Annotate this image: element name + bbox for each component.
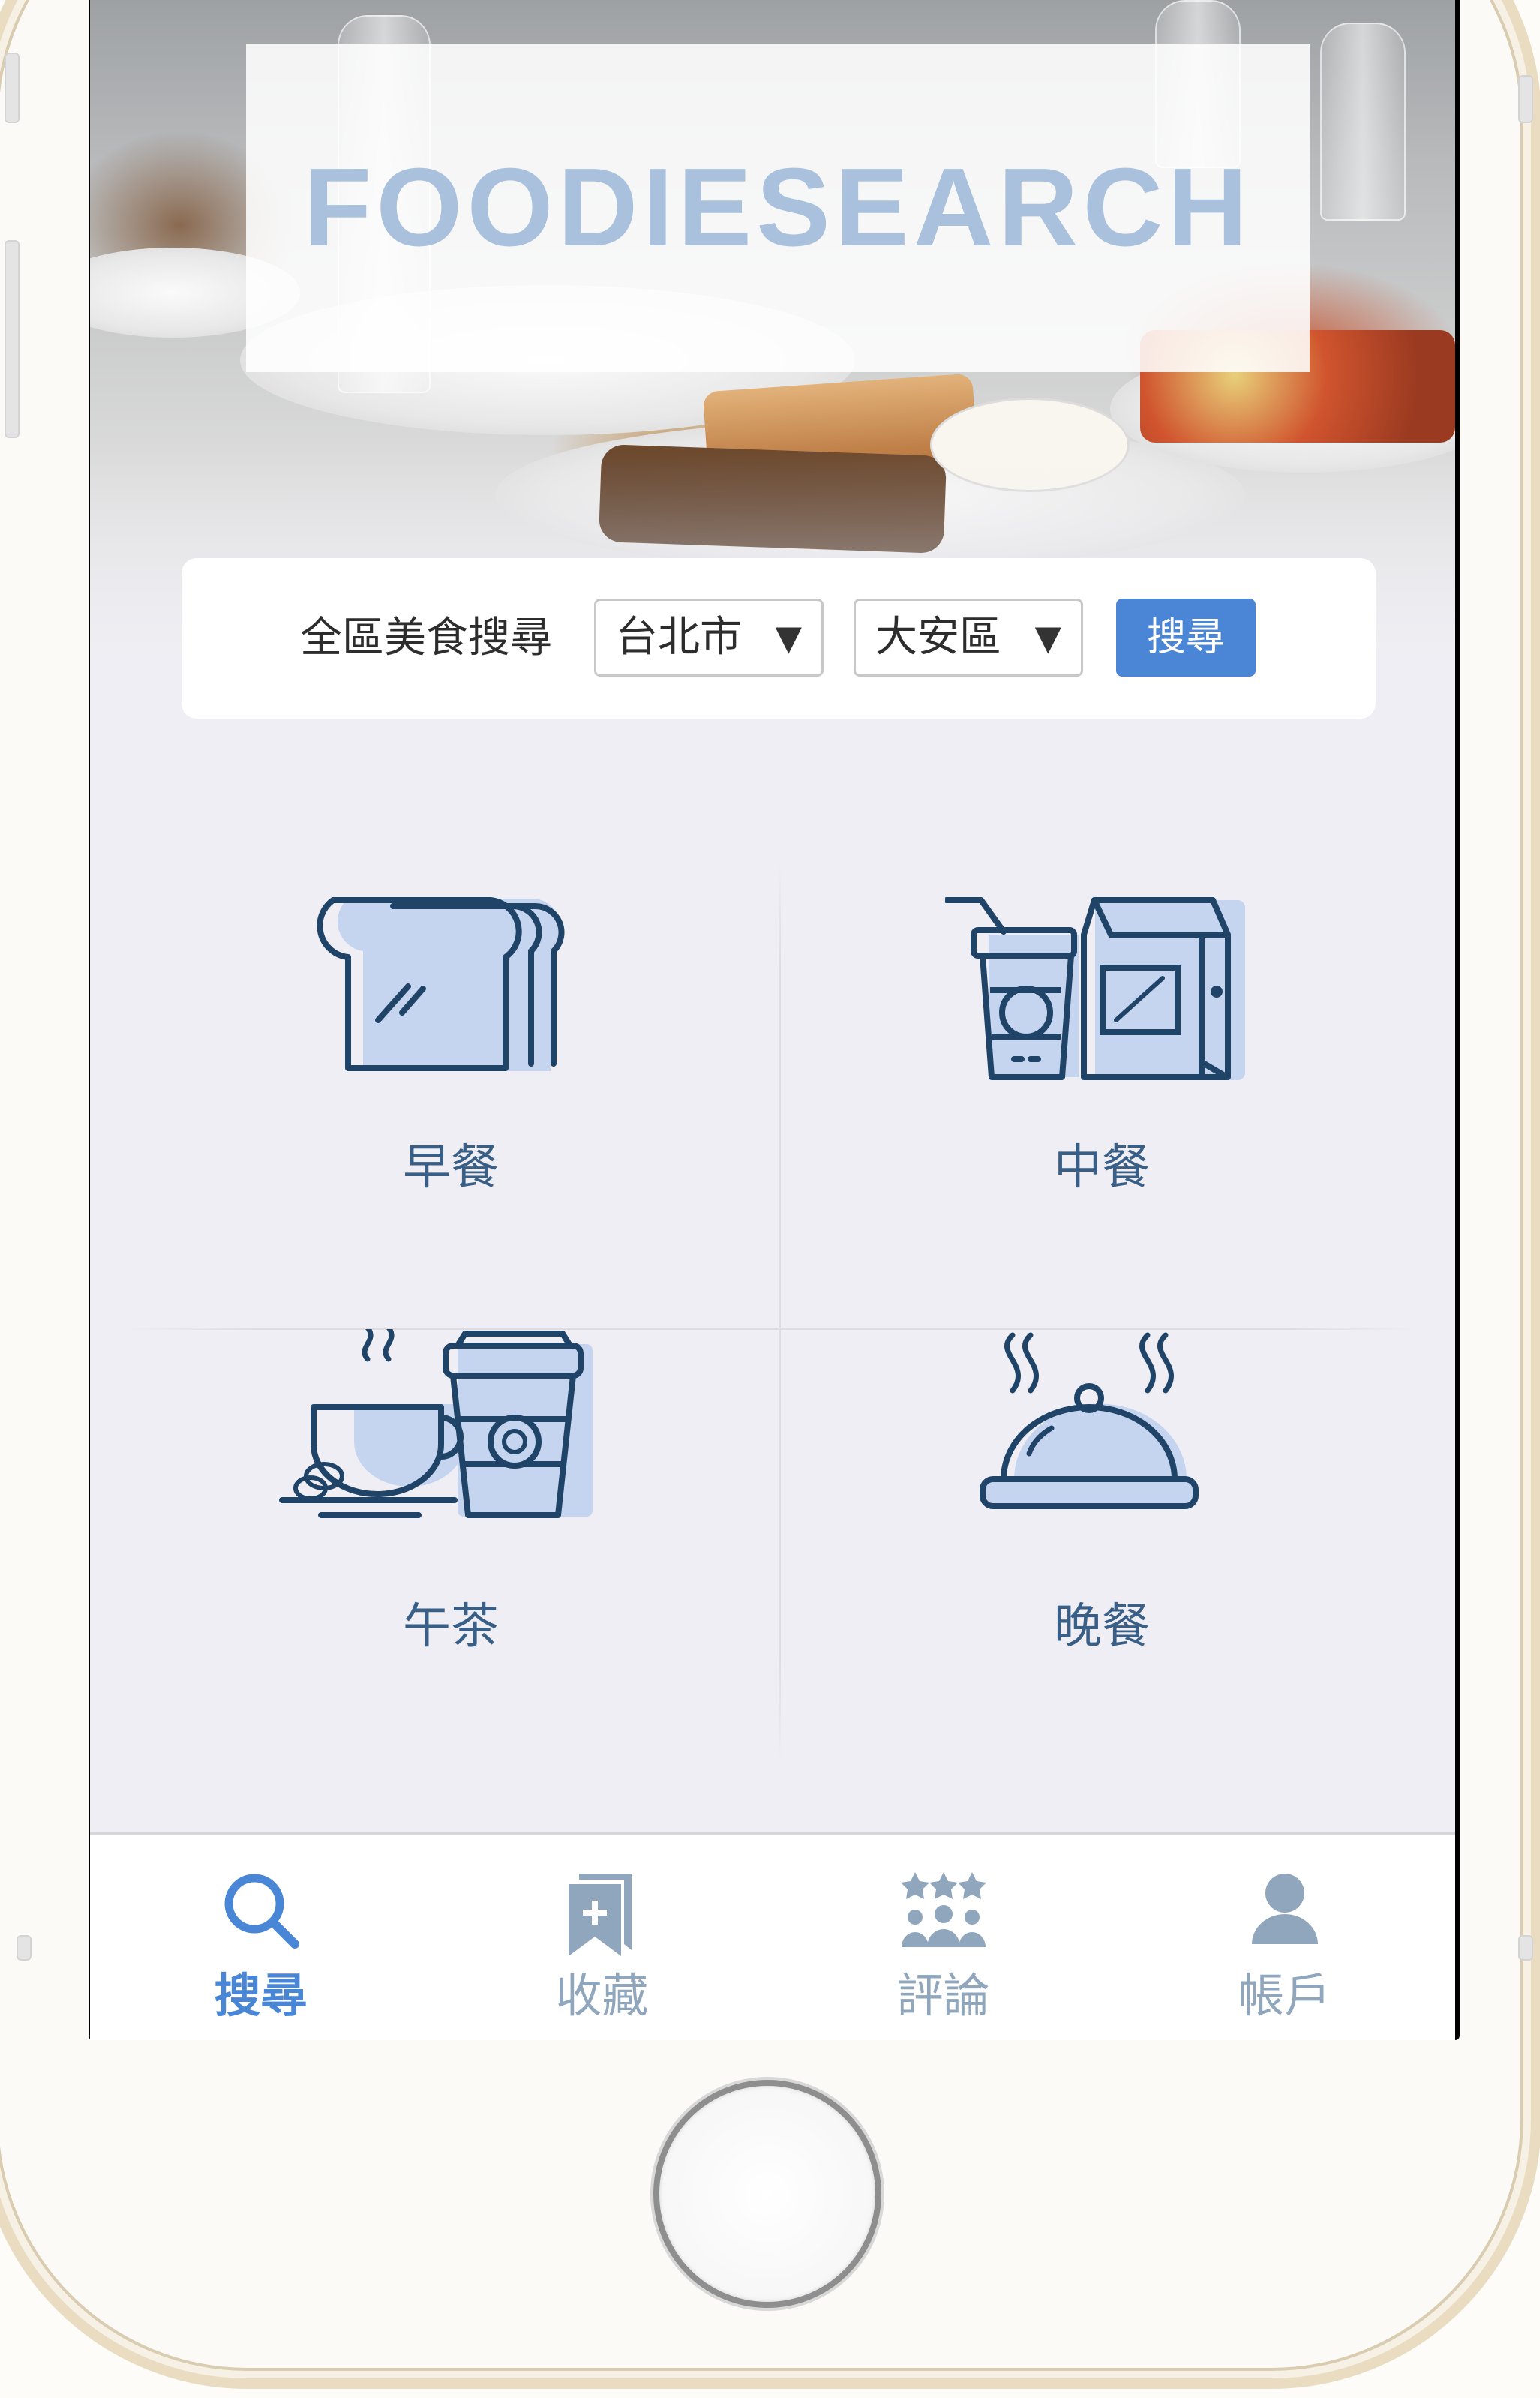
category-dinner[interactable]: 晚餐 (780, 1329, 1424, 1779)
takeaway-meal-icon (945, 897, 1245, 1080)
category-label: 早餐 (403, 1140, 499, 1196)
category-label: 中餐 (1054, 1140, 1150, 1196)
side-button (17, 1935, 32, 1961)
district-select-value: 大安區 (875, 613, 1001, 662)
side-button (5, 53, 20, 123)
serving-cloche-icon (980, 1332, 1199, 1509)
toast-bread-icon (317, 897, 565, 1071)
tab-label: 帳戶 (1238, 1968, 1331, 2023)
side-button (1518, 75, 1533, 123)
chevron-down-icon: ▼ (1034, 617, 1061, 658)
side-button (5, 240, 20, 438)
meal-category-grid: 早餐 中餐 午茶 晚餐 (129, 863, 1416, 1763)
tab-reviews[interactable]: 評論 (773, 1835, 1114, 2040)
side-button (1518, 1935, 1533, 1961)
search-button[interactable]: 搜尋 (1116, 599, 1256, 677)
coffee-tea-icon (279, 1329, 593, 1518)
glass-decor (1320, 23, 1406, 221)
search-title: 全區美食搜尋 (300, 614, 552, 662)
chevron-down-icon: ▼ (775, 617, 802, 658)
district-select[interactable]: 大安區 ▼ (854, 599, 1083, 677)
app-screen: FOODIESEARCH 全區美食搜尋 台北市 ▼ 大安區 ▼ 搜尋 早餐 中餐… (90, 0, 1455, 2040)
account-icon (1251, 1874, 1318, 1944)
tab-favorites[interactable]: 收藏 (431, 1835, 773, 2040)
tab-label: 評論 (896, 1968, 990, 2023)
tab-search[interactable]: 搜尋 (90, 1835, 431, 2040)
city-select-value: 台北市 (616, 613, 742, 662)
tab-label: 搜尋 (214, 1968, 308, 2023)
search-icon (224, 1874, 299, 1949)
category-lunch[interactable]: 中餐 (780, 863, 1424, 1313)
bottom-tab-bar: 搜尋 收藏 評論 帳戶 (90, 1832, 1455, 2040)
reviews-icon (900, 1872, 986, 1947)
tab-label: 收藏 (555, 1968, 649, 2023)
category-label: 午茶 (403, 1599, 499, 1655)
category-breakfast[interactable]: 早餐 (129, 863, 773, 1313)
logo-banner: FOODIESEARCH (246, 44, 1310, 372)
city-select[interactable]: 台北市 ▼ (594, 599, 824, 677)
search-card: 全區美食搜尋 台北市 ▼ 大安區 ▼ 搜尋 (182, 558, 1376, 719)
category-label: 晚餐 (1054, 1599, 1150, 1655)
bookmark-icon (568, 1874, 632, 1956)
tab-account[interactable]: 帳戶 (1114, 1835, 1455, 2040)
category-afternoon-tea[interactable]: 午茶 (129, 1329, 773, 1779)
app-logo: FOODIESEARCH (303, 146, 1253, 269)
device-mockup: FOODIESEARCH 全區美食搜尋 台北市 ▼ 大安區 ▼ 搜尋 早餐 中餐… (0, 0, 1540, 2398)
home-button[interactable] (653, 2080, 881, 2308)
